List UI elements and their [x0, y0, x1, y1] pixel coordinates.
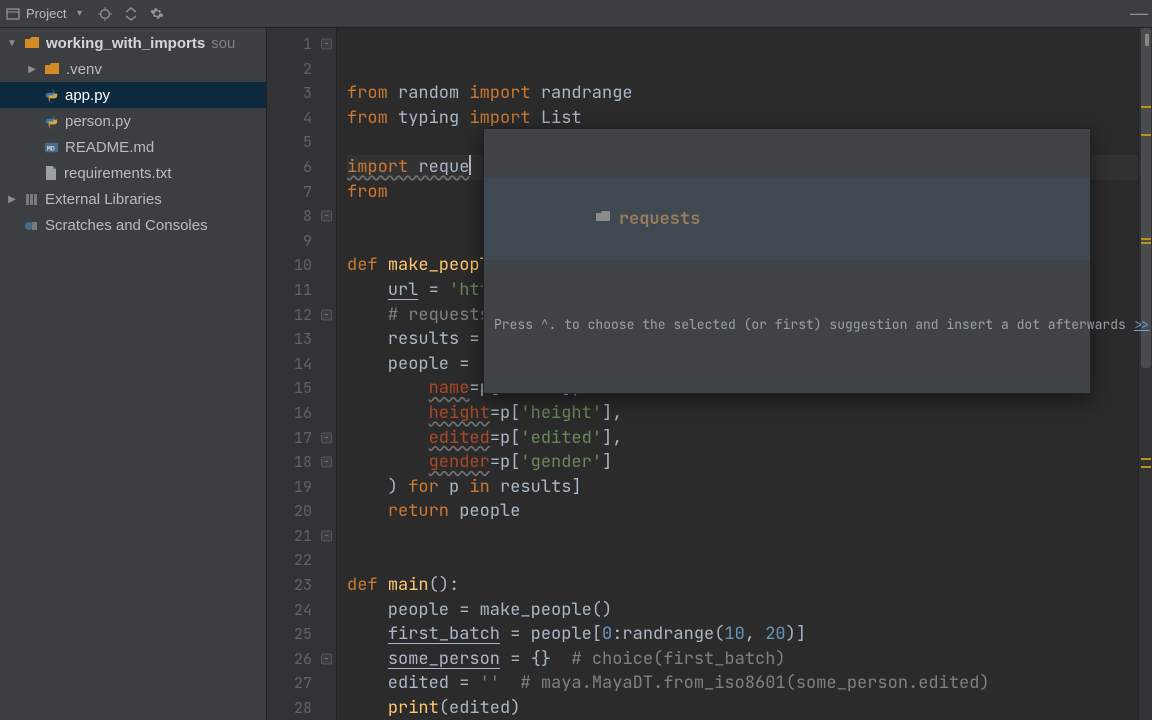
tree-item[interactable]: app.py: [0, 82, 266, 108]
line-number: 8−: [267, 204, 336, 229]
line-number: 12−: [267, 303, 336, 328]
chevron-right-icon[interactable]: ▶: [26, 64, 38, 75]
line-number: 28: [267, 696, 336, 720]
folder-icon: [44, 62, 60, 76]
warning-marker[interactable]: [1141, 106, 1151, 108]
line-number: 1−: [267, 32, 336, 57]
fold-toggle[interactable]: −: [321, 39, 332, 50]
tree-item-external-libs[interactable]: ▶External Libraries: [0, 186, 266, 212]
line-number: 6: [267, 155, 336, 180]
project-tree[interactable]: ▼working_with_imports sou▶.venvapp.pyper…: [0, 28, 267, 720]
chevron-right-icon[interactable]: ▶: [6, 194, 18, 205]
line-number: 21−: [267, 524, 336, 549]
fold-toggle[interactable]: −: [321, 654, 332, 665]
tree-root[interactable]: ▼working_with_imports sou: [0, 30, 266, 56]
line-number: 13: [267, 327, 336, 352]
fold-toggle[interactable]: −: [321, 211, 332, 222]
warning-marker[interactable]: [1141, 134, 1151, 136]
text-file-icon: [44, 165, 58, 181]
line-number: 17−: [267, 426, 336, 451]
error-stripe[interactable]: ❚❚: [1138, 28, 1152, 720]
warning-marker[interactable]: [1141, 466, 1151, 468]
fold-toggle[interactable]: −: [321, 531, 332, 542]
code-line[interactable]: edited = '' # maya.MayaDT.from_iso8601(s…: [347, 671, 1138, 696]
warning-marker[interactable]: [1141, 238, 1151, 240]
code-line[interactable]: ) for p in results]: [347, 475, 1138, 500]
completion-more-link[interactable]: >>: [1134, 313, 1150, 338]
target-icon[interactable]: [98, 7, 112, 21]
line-number: 4: [267, 106, 336, 131]
code-line[interactable]: [347, 524, 1138, 549]
tree-item[interactable]: requirements.txt: [0, 160, 266, 186]
code-line[interactable]: people = make_people(): [347, 598, 1138, 623]
line-number: 9: [267, 229, 336, 254]
python-file-icon: [44, 88, 59, 103]
warning-marker[interactable]: [1141, 242, 1151, 244]
package-icon: [494, 182, 611, 256]
text-caret: [469, 155, 471, 175]
line-number: 24: [267, 598, 336, 623]
completion-hint: Press ^. to choose the selected (or firs…: [484, 309, 1090, 344]
line-number: 7: [267, 180, 336, 205]
gear-icon[interactable]: [150, 7, 164, 21]
expand-all-icon[interactable]: [124, 7, 138, 21]
line-number: 27: [267, 671, 336, 696]
toolbar: Project ▾ —: [0, 0, 1152, 28]
warning-marker[interactable]: [1141, 458, 1151, 460]
chevron-down-icon[interactable]: ▼: [6, 38, 18, 49]
code-line[interactable]: edited=p['edited'],: [347, 426, 1138, 451]
code-line[interactable]: def main():: [347, 573, 1138, 598]
svg-text:MD: MD: [47, 145, 55, 152]
fold-toggle[interactable]: −: [321, 432, 332, 443]
project-tool-icon[interactable]: [6, 7, 20, 21]
tree-item[interactable]: ▶.venv: [0, 56, 266, 82]
code-editor[interactable]: 1−2345678−9101112−1314151617−18−192021−2…: [267, 28, 1152, 720]
line-number: 5: [267, 130, 336, 155]
line-number: 3: [267, 81, 336, 106]
code-line[interactable]: from random import randrange: [347, 81, 1138, 106]
line-number: 26−: [267, 647, 336, 672]
analysis-paused-icon[interactable]: ❚❚: [1142, 32, 1152, 46]
chevron-down-icon[interactable]: ▾: [72, 7, 86, 21]
completion-popup[interactable]: requests Press ^. to choose the selected…: [483, 128, 1091, 394]
folder-icon: [24, 36, 40, 50]
libraries-icon: [24, 192, 39, 207]
line-number: 10: [267, 253, 336, 278]
line-number: 19: [267, 475, 336, 500]
code-line[interactable]: return people: [347, 499, 1138, 524]
code-line[interactable]: [347, 548, 1138, 573]
code-line[interactable]: print(edited): [347, 696, 1138, 720]
python-file-icon: [44, 114, 59, 129]
code-line[interactable]: height=p['height'],: [347, 401, 1138, 426]
completion-item[interactable]: requests: [484, 178, 1090, 260]
fold-toggle[interactable]: −: [321, 457, 332, 468]
scratches-icon: [24, 218, 39, 233]
line-number: 22: [267, 548, 336, 573]
line-number: 11: [267, 278, 336, 303]
markdown-file-icon: MD: [44, 140, 59, 155]
toolbar-title[interactable]: Project: [26, 6, 66, 21]
tree-item[interactable]: MDREADME.md: [0, 134, 266, 160]
line-number: 14: [267, 352, 336, 377]
code-line[interactable]: some_person = {} # choice(first_batch): [347, 647, 1138, 672]
line-number: 16: [267, 401, 336, 426]
code-area[interactable]: from random import randrangefrom typing …: [337, 28, 1138, 720]
line-number: 25: [267, 622, 336, 647]
code-line[interactable]: first_batch = people[0:randrange(10, 20)…: [347, 622, 1138, 647]
tree-item-scratches[interactable]: Scratches and Consoles: [0, 212, 266, 238]
code-line[interactable]: from typing import List: [347, 106, 1138, 131]
fold-toggle[interactable]: −: [321, 309, 332, 320]
tree-item[interactable]: person.py: [0, 108, 266, 134]
line-number: 20: [267, 499, 336, 524]
line-number: 15: [267, 376, 336, 401]
code-line[interactable]: gender=p['gender']: [347, 450, 1138, 475]
line-number: 2: [267, 57, 336, 82]
minimize-icon[interactable]: —: [1132, 7, 1146, 21]
line-gutter: 1−2345678−9101112−1314151617−18−192021−2…: [267, 28, 337, 720]
line-number: 18−: [267, 450, 336, 475]
completion-text: requests: [619, 207, 701, 232]
line-number: 23: [267, 573, 336, 598]
